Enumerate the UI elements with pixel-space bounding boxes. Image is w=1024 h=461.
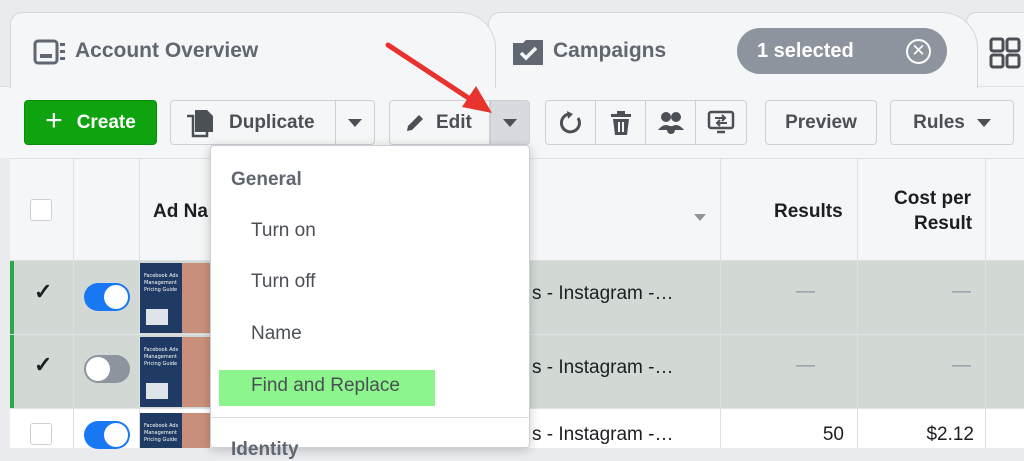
ab-test-button[interactable] (695, 100, 747, 145)
thumbnail-photo (182, 413, 210, 448)
plus-icon: + (45, 104, 63, 137)
grid-icon (989, 37, 1021, 74)
column-header-cost-per-result-line2[interactable]: Result (914, 213, 972, 235)
refresh-icon (558, 110, 584, 136)
column-divider (720, 158, 721, 448)
tab-campaigns[interactable]: Campaigns 1 selected ✕ (488, 12, 978, 88)
tab-campaigns-label: Campaigns (553, 39, 667, 62)
results-cell: — (796, 281, 815, 302)
menu-item-turn-off[interactable]: Turn off (251, 271, 315, 293)
column-divider (857, 158, 858, 448)
tab-account-overview[interactable]: Account Overview (10, 12, 496, 88)
menu-item-name[interactable]: Name (251, 323, 302, 345)
ad-thumbnail[interactable]: Facebook Ads Management Pricing Guide (140, 263, 210, 333)
preview-button[interactable]: Preview (765, 100, 877, 145)
cost-per-result-cell: $2.12 (926, 424, 974, 445)
column-divider (139, 158, 140, 448)
ad-toggle-on[interactable] (84, 421, 130, 449)
column-divider (73, 158, 74, 448)
ad-thumbnail[interactable]: Facebook Ads Management Pricing Guide (140, 413, 210, 448)
rules-button[interactable]: Rules (890, 100, 1014, 145)
menu-section-general: General (231, 169, 302, 190)
duplicate-label: Duplicate (229, 111, 315, 133)
menu-section-identity: Identity (231, 439, 299, 460)
ad-toggle-on[interactable] (84, 283, 130, 311)
edit-dropdown-menu: General Turn on Turn off Name Find and R… (210, 145, 530, 460)
edit-button[interactable]: Edit (389, 100, 490, 145)
cost-per-result-cell: — (952, 281, 971, 302)
pencil-icon (404, 112, 426, 134)
menu-item-turn-on[interactable]: Turn on (251, 220, 316, 242)
row-checkbox[interactable] (30, 423, 52, 445)
toggle-knob (86, 357, 110, 381)
menu-item-find-and-replace[interactable]: Find and Replace (251, 375, 400, 397)
tab-account-overview-label: Account Overview (75, 39, 259, 62)
create-button[interactable]: + Create (24, 100, 157, 145)
duplicate-dropdown-button[interactable] (335, 100, 375, 145)
thumbnail-photo (182, 263, 210, 333)
select-all-checkbox[interactable] (30, 199, 52, 221)
duplicate-icon (185, 108, 217, 138)
ad-name-cell[interactable]: s - Instagram -… (532, 424, 673, 446)
chevron-down-icon (976, 118, 991, 127)
results-cell: 50 (822, 424, 844, 445)
thumbnail-screen (146, 309, 168, 325)
row-checkbox-checked[interactable]: ✓ (34, 352, 52, 378)
selected-row-indicator (10, 261, 14, 409)
ad-thumbnail[interactable]: Facebook Ads Management Pricing Guide (140, 337, 210, 407)
toggle-knob (104, 423, 128, 447)
column-divider (985, 158, 986, 448)
exchange-icon (707, 110, 735, 136)
selected-count-pill[interactable]: 1 selected ✕ (737, 28, 947, 74)
thumbnail-text: Facebook Ads Management Pricing Guide (144, 423, 179, 443)
tab-bar: Campaigns 1 selected ✕ Account Overview (0, 0, 1024, 88)
people-icon (657, 110, 685, 136)
results-cell: — (796, 355, 815, 376)
trash-icon (609, 110, 633, 136)
thumbnail-text: Facebook Ads Management Pricing Guide (144, 273, 179, 293)
preview-label: Preview (785, 111, 857, 133)
edit-label: Edit (436, 111, 472, 133)
column-header-cost-per-result-line1[interactable]: Cost per (894, 188, 971, 210)
column-header-ad-name[interactable]: Ad Na (153, 201, 208, 223)
audience-button[interactable] (645, 100, 696, 145)
thumbnail-screen (146, 383, 168, 399)
delete-button[interactable] (595, 100, 646, 145)
create-label: Create (76, 111, 136, 133)
cost-per-result-cell: — (952, 355, 971, 376)
revert-button[interactable] (545, 100, 596, 145)
column-header-results[interactable]: Results (774, 201, 843, 223)
chevron-down-icon (348, 118, 362, 127)
chevron-down-icon (503, 118, 517, 127)
ad-name-cell[interactable]: s - Instagram -… (532, 283, 673, 305)
thumbnail-text: Facebook Ads Management Pricing Guide (144, 347, 179, 367)
account-overview-icon (33, 37, 67, 72)
rules-label: Rules (913, 111, 965, 133)
sort-caret-icon[interactable] (694, 209, 706, 227)
duplicate-button[interactable]: Duplicate (170, 100, 336, 145)
row-checkbox-checked[interactable]: ✓ (34, 279, 52, 305)
ad-name-cell[interactable]: s - Instagram -… (532, 357, 673, 379)
thumbnail-photo (182, 337, 210, 407)
folder-check-icon (511, 37, 545, 72)
selected-count-text: 1 selected (757, 39, 854, 62)
edit-dropdown-button[interactable] (490, 100, 530, 145)
clear-selection-icon[interactable]: ✕ (906, 39, 931, 64)
toggle-knob (104, 285, 128, 309)
menu-separator (211, 417, 529, 418)
ad-toggle-off[interactable] (84, 355, 130, 383)
